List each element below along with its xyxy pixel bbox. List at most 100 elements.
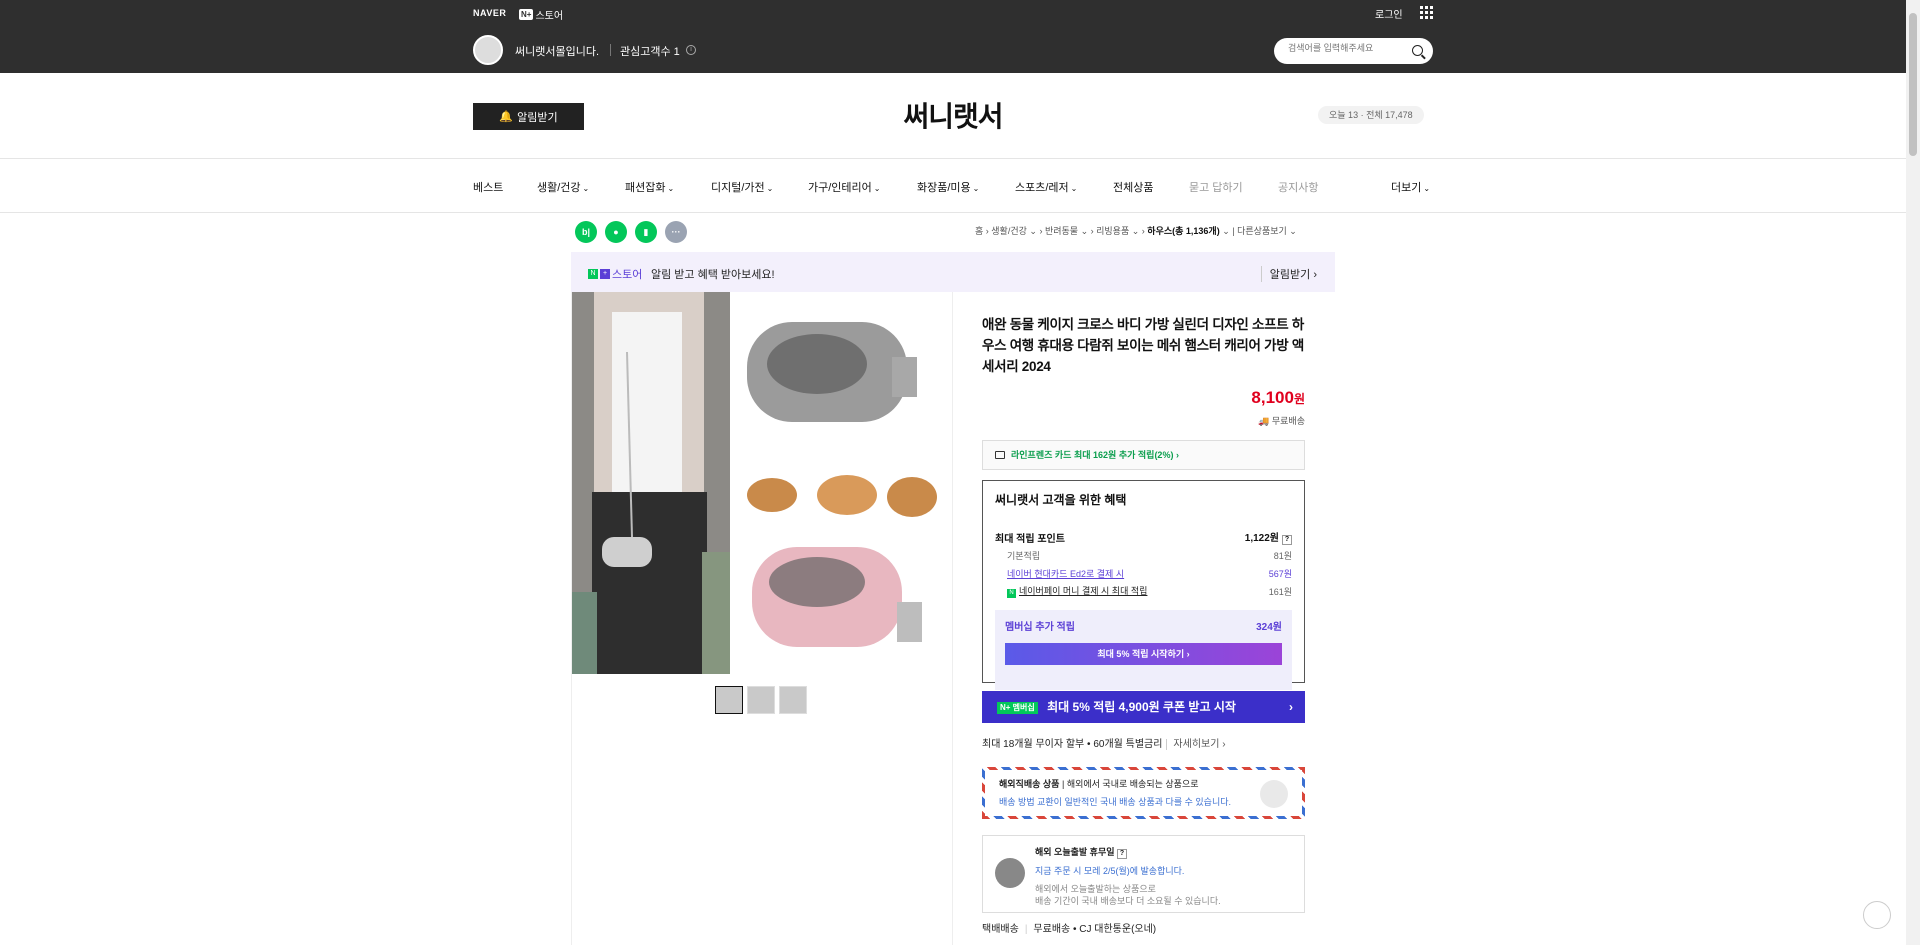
breadcrumb-home[interactable]: 홈 [975, 226, 983, 236]
share-icon[interactable] [1863, 901, 1891, 929]
overseas-shipping-notice: 해외직배송 상품 | 해외에서 국내로 배송되는 상품으로 배송 방법 교환이 … [982, 767, 1305, 819]
scrollbar[interactable] [1906, 0, 1920, 945]
scrollbar-thumb[interactable] [1909, 13, 1917, 156]
breadcrumb: 홈 › 생활/건강 ⌄ › 반려동물 ⌄ › 리빙용품 ⌄ › 하우스(총 1,… [975, 226, 1297, 236]
store-header: 🔔 알림받기 써니랫서 오늘 13 · 전체 17,478 [0, 73, 1906, 159]
installment-more-link[interactable]: 자세히보기 › [1166, 739, 1226, 750]
chevron-down-icon: ⌄ [873, 184, 881, 193]
nav-furniture[interactable]: 가구/인테리어 ⌄ [808, 179, 880, 195]
search-box[interactable] [1274, 38, 1433, 64]
nav-notice[interactable]: 공지사항 [1278, 179, 1318, 195]
divider [610, 44, 611, 56]
top-bar: NAVER N+ 스토어 로그인 써니랫서몰입니다. 관심고객수 1 i [0, 0, 1906, 73]
nav-all-products[interactable]: 전체상품 [1113, 179, 1153, 195]
chevron-down-icon: ⌄ [766, 184, 774, 193]
thumbnail-1[interactable] [715, 686, 743, 714]
product-price: 8,100원 [1251, 388, 1305, 407]
membership-label: 멤버십 추가 적립 [1005, 622, 1075, 633]
plus-store-label: 스토어 [535, 11, 564, 22]
nav-digital[interactable]: 디지털/가전 ⌄ [711, 179, 773, 195]
overseas-desc: 해외에서 국내로 배송되는 상품으로 [1066, 779, 1199, 789]
bookmark-icon[interactable]: ▮ [635, 221, 657, 243]
product-info: 애완 동물 케이지 크로스 바디 가방 실린더 디자인 소프트 하우스 여행 휴… [982, 292, 1305, 935]
nav-sports[interactable]: 스포츠/레저 ⌄ [1015, 179, 1077, 195]
product-title: 애완 동물 케이지 크로스 바디 가방 실린더 디자인 소프트 하우스 여행 휴… [982, 317, 1304, 374]
membership-promo-banner[interactable]: N+ 멤버십 최대 5% 적립 4,900원 쿠폰 받고 시작 › [982, 691, 1305, 723]
nav-qna[interactable]: 묻고 답하기 [1189, 179, 1243, 195]
membership-start-button[interactable]: 최대 5% 적립 시작하기 › [1005, 643, 1282, 665]
membership-value: 324원 [1256, 622, 1282, 633]
help-icon[interactable]: ? [1117, 849, 1128, 859]
max-point-row: 최대 적립 포인트 1,122원? [995, 528, 1292, 546]
visit-count: 오늘 13 · 전체 17,478 [1318, 106, 1424, 124]
today-line2: 해외에서 오늘출발하는 상품으로 [1035, 884, 1156, 894]
overseas-note: 배송 방법 교환이 일반적인 국내 배송 상품과 다를 수 있습니다. [999, 797, 1232, 807]
benefit-heading: 써니랫서 고객을 위한 혜택 [995, 493, 1127, 507]
airplane-icon [1260, 780, 1288, 808]
thumbnail-2[interactable] [747, 686, 775, 714]
benefit-box: 써니랫서 고객을 위한 혜택 최대 적립 포인트 1,122원? 기본적립 81… [982, 480, 1305, 690]
store-avatar[interactable] [473, 35, 503, 65]
talk-share-icon[interactable]: ● [605, 221, 627, 243]
info-icon[interactable]: i [686, 45, 696, 55]
apps-grid-icon[interactable] [1420, 6, 1433, 19]
nav-cosmetics[interactable]: 화장품/미용 ⌄ [917, 179, 979, 195]
chevron-down-icon: ⌄ [972, 184, 980, 193]
category-nav: 베스트 생활/건강 ⌄ 패션잡화 ⌄ 디지털/가전 ⌄ 가구/인테리어 ⌄ 화장품/미용… [0, 159, 1906, 213]
search-icon[interactable] [1412, 45, 1423, 56]
pay-point-row[interactable]: N 네이버페이 머니 결제 시 최대 적립 161원 [995, 582, 1292, 600]
naver-logo[interactable]: NAVER [473, 8, 506, 18]
card-point-row[interactable]: 네이버 현대카드 Ed2로 결제 시 567원 [995, 564, 1292, 582]
breadcrumb-cat2[interactable]: 반려동물 [1045, 226, 1078, 236]
overseas-label: 해외직배송 상품 [999, 779, 1060, 789]
blog-share-icon[interactable]: b| [575, 221, 597, 243]
breadcrumb-cat4[interactable]: 하우스(총 1,136개) [1147, 226, 1219, 236]
installment-info: 최대 18개월 무이자 할부 • 60개월 특별금리 자세히보기 › [982, 739, 1226, 750]
chevron-down-icon: ⌄ [1070, 184, 1078, 193]
membership-box: 멤버십 추가 적립 324원 최대 5% 적립 시작하기 › [995, 610, 1292, 690]
basic-point-row: 기본적립 81원 [1007, 550, 1292, 561]
login-link[interactable]: 로그인 [1375, 6, 1403, 21]
card-benefit-link[interactable]: 라인프렌즈 카드 최대 162원 추가 적립(2%) › [982, 440, 1305, 470]
breadcrumb-cat1[interactable]: 생활/건강 [991, 226, 1027, 236]
card-icon [995, 451, 1005, 459]
today-line1: 지금 주문 시 모레 2/5(월)에 발송합니다. [1035, 866, 1185, 876]
breadcrumb-cat3[interactable]: 리빙용품 [1096, 226, 1129, 236]
promo-text: 최대 5% 적립 4,900원 쿠폰 받고 시작 [1047, 700, 1236, 714]
today-line3: 배송 기간이 국내 배송보다 더 소요될 수 있습니다. [1035, 896, 1221, 906]
alert-subscribe-button[interactable]: 알림받기 › [1260, 266, 1317, 282]
naver-plus-logo: N + 스토어 [588, 266, 642, 282]
followers-count: 관심고객수 1 [620, 46, 680, 58]
today-title: 해외 오늘출발 휴무일 [1035, 847, 1115, 857]
more-icon[interactable]: ··· [665, 221, 687, 243]
chevron-down-icon: ⌄ [1423, 184, 1431, 193]
delivery-info: 택배배송 | 무료배송 • CJ 대한통운(오네) [982, 924, 1157, 935]
truck-icon: 🚚 [1258, 416, 1270, 426]
alert-banner-text: 알림 받고 혜택 받아보세요! [651, 269, 775, 281]
truck-icon [995, 858, 1025, 888]
nav-more[interactable]: 더보기 ⌄ [1391, 179, 1430, 195]
chevron-right-icon: › [1289, 700, 1293, 714]
store-title[interactable]: 써니랫서 [0, 95, 1906, 135]
product-photo [572, 292, 952, 674]
help-icon[interactable]: ? [1282, 535, 1292, 545]
other-products-link[interactable]: 다른상품보기 [1237, 226, 1287, 236]
store-name[interactable]: 써니랫서몰입니다. [515, 43, 599, 59]
nav-fashion[interactable]: 패션잡화 ⌄ [625, 179, 674, 195]
npay-icon: N [1007, 589, 1016, 598]
today-ship-box: 해외 오늘출발 휴무일 ? 지금 주문 시 모레 2/5(월)에 발송합니다. … [982, 835, 1305, 913]
membership-badge: N+ 멤버십 [997, 702, 1038, 714]
chevron-down-icon: ⌄ [582, 184, 590, 193]
naver-plus-store-logo[interactable]: N+ 스토어 [519, 7, 563, 22]
chevron-down-icon: ⌄ [667, 184, 675, 193]
alert-banner: N + 스토어 알림 받고 혜택 받아보세요! 알림받기 › [571, 252, 1335, 292]
product-image[interactable] [572, 292, 952, 674]
nav-living-health[interactable]: 생활/건강 ⌄ [537, 179, 589, 195]
thumbnail-3[interactable] [779, 686, 807, 714]
thumbnail-list [715, 686, 807, 714]
search-input[interactable] [1288, 43, 1408, 53]
shipping-info: 🚚 무료배송 [1258, 416, 1305, 426]
nav-best[interactable]: 베스트 [473, 179, 503, 195]
product-gallery [571, 292, 953, 945]
plus-badge: N+ [519, 9, 534, 20]
